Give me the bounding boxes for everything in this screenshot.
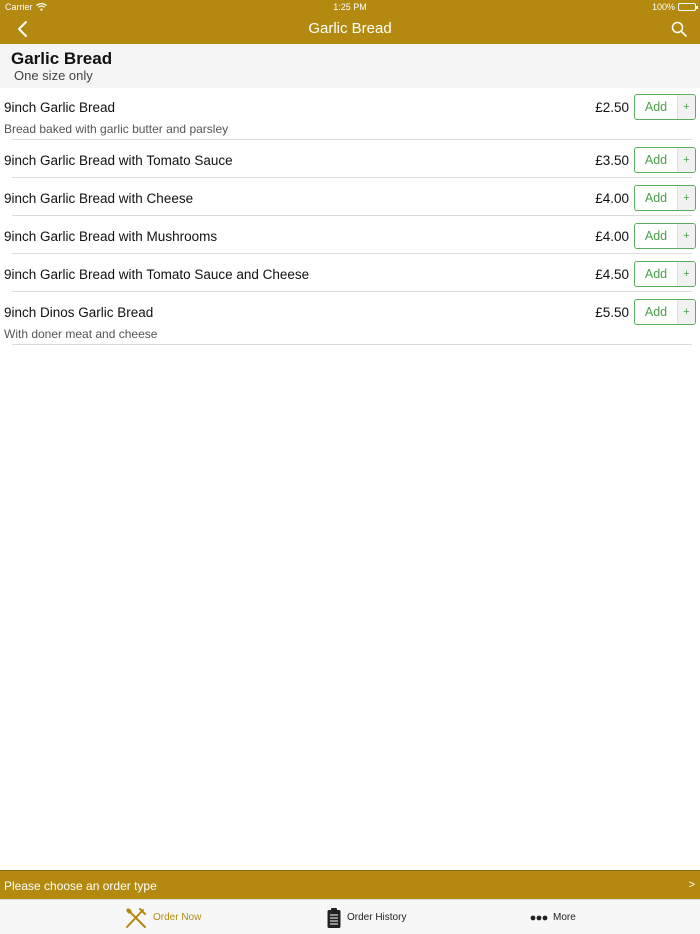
add-button-label: Add [644, 191, 668, 205]
add-button[interactable]: Add + [634, 94, 696, 120]
category-title: Garlic Bread [11, 49, 113, 68]
menu-item: 9inch Garlic Bread Bread baked with garl… [0, 88, 700, 140]
menu-item-price: £5.50 [595, 305, 629, 320]
menu-item-price: £4.50 [595, 267, 629, 282]
menu-item-name: 9inch Garlic Bread with Tomato Sauce and… [4, 267, 310, 282]
tab-more-label: More [553, 912, 576, 923]
add-button[interactable]: Add + [634, 185, 696, 211]
add-button-label: Add [644, 229, 668, 243]
divider [12, 344, 692, 345]
order-type-bar[interactable]: Please choose an order type > [0, 870, 700, 899]
plus-icon: + [677, 262, 695, 286]
battery-icon [678, 3, 698, 11]
menu-item: 9inch Garlic Bread with Mushrooms £4.00 … [0, 216, 700, 254]
add-button-label: Add [644, 153, 668, 167]
category-header: Garlic Bread One size only [0, 44, 700, 88]
tab-order-now[interactable]: Order Now [124, 900, 201, 934]
plus-icon: + [677, 186, 695, 210]
menu-item-name: 9inch Garlic Bread with Mushrooms [4, 229, 218, 244]
tab-order-history-label: Order History [347, 912, 407, 923]
menu-item-name: 9inch Garlic Bread with Tomato Sauce [4, 153, 233, 168]
menu-item: 9inch Garlic Bread with Tomato Sauce and… [0, 254, 700, 292]
add-button-label: Add [644, 100, 668, 114]
plus-icon: + [677, 95, 695, 119]
menu-item-name: 9inch Garlic Bread with Cheese [4, 191, 194, 206]
add-button[interactable]: Add + [634, 261, 696, 287]
plus-icon: + [677, 224, 695, 248]
add-button-label: Add [644, 267, 668, 281]
add-button[interactable]: Add + [634, 299, 696, 325]
battery-info: 100% [651, 2, 698, 12]
page-title: Garlic Bread [308, 20, 392, 37]
menu-item-price: £4.00 [595, 191, 629, 206]
menu-item-list: 9inch Garlic Bread Bread baked with garl… [0, 88, 700, 345]
menu-item-name: 9inch Dinos Garlic Bread [4, 305, 154, 320]
menu-item: 9inch Dinos Garlic Bread With doner meat… [0, 292, 700, 345]
menu-item: 9inch Garlic Bread with Tomato Sauce £3.… [0, 140, 700, 178]
tab-bar: Order Now Order History More [0, 899, 700, 934]
tab-more[interactable]: More [530, 900, 576, 934]
chevron-right-icon: > [688, 879, 695, 891]
add-button[interactable]: Add + [634, 223, 696, 249]
status-bar: Carrier 1:25 PM 100% [0, 0, 700, 14]
clock: 1:25 PM [333, 2, 367, 12]
menu-item-price: £3.50 [595, 153, 629, 168]
menu-item-price: £2.50 [595, 100, 629, 115]
menu-item-price: £4.00 [595, 229, 629, 244]
menu-item: 9inch Garlic Bread with Cheese £4.00 Add… [0, 178, 700, 216]
category-size-note: One size only [14, 68, 93, 83]
clipboard-icon [326, 907, 342, 929]
fork-knife-icon [124, 907, 148, 929]
add-button[interactable]: Add + [634, 147, 696, 173]
tab-order-history[interactable]: Order History [326, 900, 406, 934]
menu-item-name: 9inch Garlic Bread [4, 100, 116, 115]
navigation-bar: Garlic Bread [0, 14, 700, 44]
ellipsis-icon [530, 915, 548, 921]
tab-order-now-label: Order Now [153, 912, 202, 923]
plus-icon: + [677, 300, 695, 324]
menu-item-description: With doner meat and cheese [4, 327, 158, 341]
plus-icon: + [677, 148, 695, 172]
order-type-label: Please choose an order type [4, 879, 157, 893]
menu-item-description: Bread baked with garlic butter and parsl… [4, 122, 229, 136]
add-button-label: Add [644, 305, 668, 319]
battery-percent: 100% [651, 2, 675, 12]
search-icon[interactable] [670, 20, 688, 38]
